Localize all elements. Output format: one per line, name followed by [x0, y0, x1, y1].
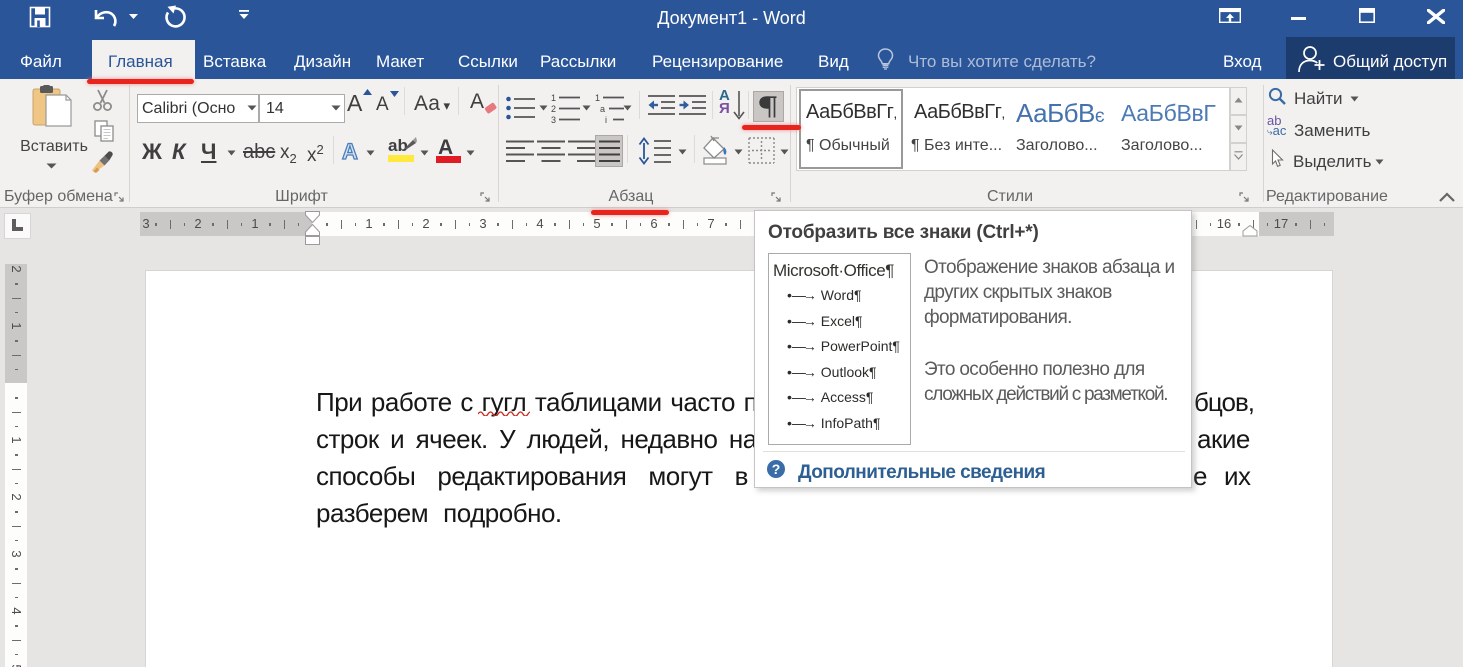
svg-text:a: a: [600, 104, 605, 114]
svg-text:3: 3: [551, 115, 556, 123]
svg-text:1: 1: [551, 93, 556, 103]
svg-text:1: 1: [595, 93, 600, 103]
svg-text:2: 2: [551, 104, 556, 114]
svg-text:i: i: [605, 115, 607, 123]
